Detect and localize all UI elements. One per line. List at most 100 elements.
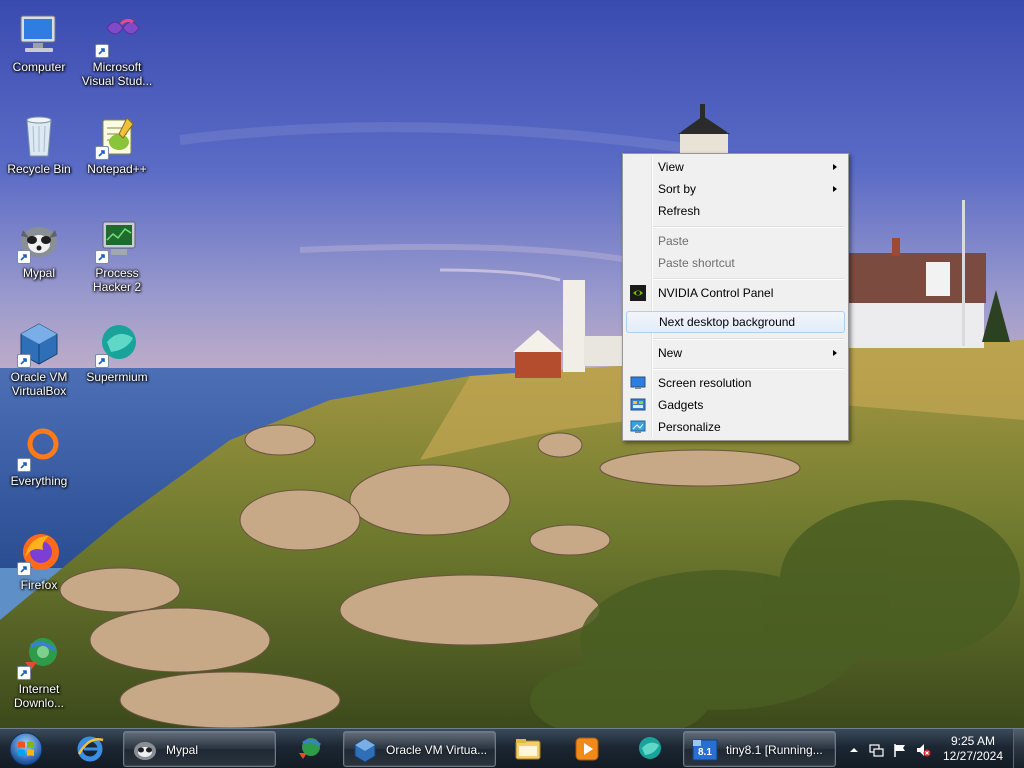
desktop-icon-firefox[interactable]: Firefox [0, 528, 78, 592]
show-hidden-icons-icon[interactable] [846, 742, 862, 758]
screen-resolution-icon [630, 375, 646, 391]
internet-explorer-icon [77, 736, 104, 762]
taskbar-pin-media-player[interactable] [560, 731, 614, 767]
desktop-icon-label: Mypal [22, 266, 55, 280]
media-player-icon [575, 737, 599, 761]
menu-separator [653, 368, 845, 370]
gadgets-icon [630, 397, 646, 413]
shortcut-arrow-icon [17, 250, 31, 264]
shortcut-arrow-icon [95, 44, 109, 58]
svg-text:8.1: 8.1 [698, 747, 712, 758]
menu-item-label: Paste shortcut [658, 256, 735, 270]
menu-item-personalize[interactable]: Personalize [626, 416, 845, 438]
menu-item-view[interactable]: View [626, 156, 845, 178]
taskbar-pin-internet-explorer[interactable] [63, 731, 117, 767]
computer-icon [15, 10, 63, 58]
desktop[interactable]: Computer Recycle Bin Mypal Oracle VM Vir… [0, 0, 1024, 728]
internet-download-manager-icon [299, 738, 321, 759]
shortcut-arrow-icon [17, 666, 31, 680]
action-center-flag-icon[interactable] [892, 742, 908, 758]
menu-item-label: NVIDIA Control Panel [658, 286, 774, 300]
desktop-icon-recycle-bin[interactable]: Recycle Bin [0, 112, 78, 176]
taskbar-pin-explorer[interactable] [501, 731, 555, 767]
desktop-icon-internet-download-manager[interactable]: Internet Downlo... [0, 632, 78, 710]
shortcut-arrow-icon [95, 354, 109, 368]
submenu-arrow-icon [833, 350, 837, 356]
show-desktop-button[interactable] [1013, 729, 1024, 768]
desktop-icon-label: Supermium [86, 370, 148, 384]
personalize-icon [630, 419, 646, 435]
menu-item-paste: Paste [626, 230, 845, 252]
menu-item-label: Refresh [658, 204, 701, 218]
notepad-plus-plus-icon [93, 112, 141, 160]
taskbar-pin-supermium[interactable] [622, 731, 676, 767]
shortcut-arrow-icon [17, 562, 31, 576]
taskbar-button-virtualbox[interactable]: Oracle VM Virtua... [343, 731, 496, 767]
supermium-icon [93, 320, 141, 368]
clock-date: 12/27/2024 [942, 749, 1004, 763]
desktop-icon-label: Firefox [20, 578, 58, 592]
virtualbox-icon [352, 737, 378, 763]
menu-item-label: Paste [658, 234, 689, 248]
menu-item-new[interactable]: New [626, 342, 845, 364]
menu-separator [653, 226, 845, 228]
menu-item-sort-by[interactable]: Sort by [626, 178, 845, 200]
shortcut-arrow-icon [95, 250, 109, 264]
taskbar: Mypal Oracle VM Virtua... 8.1 tiny8.1 [R… [0, 728, 1024, 768]
shortcut-arrow-icon [17, 354, 31, 368]
menu-item-next-desktop-background[interactable]: Next desktop background [626, 311, 845, 333]
submenu-arrow-icon [833, 186, 837, 192]
menu-item-refresh[interactable]: Refresh [626, 200, 845, 222]
menu-item-label: Personalize [658, 420, 721, 434]
menu-item-screen-resolution[interactable]: Screen resolution [626, 372, 845, 394]
start-button[interactable] [5, 730, 47, 768]
menu-separator [653, 278, 845, 280]
menu-item-nvidia-control-panel[interactable]: NVIDIA Control Panel [626, 282, 845, 304]
desktop-icon-supermium[interactable]: Supermium [78, 320, 156, 384]
desktop-icon-label: Process Hacker 2 [92, 266, 142, 294]
desktop-icon-label: Microsoft Visual Stud... [81, 60, 153, 88]
menu-item-gadgets[interactable]: Gadgets [626, 394, 845, 416]
mypal-icon [15, 216, 63, 264]
menu-item-label: Next desktop background [659, 315, 796, 329]
volume-muted-icon[interactable] [915, 742, 931, 758]
desktop-icon-label: Recycle Bin [7, 162, 71, 176]
desktop-icon-label: Internet Downlo... [13, 682, 65, 710]
everything-icon [15, 424, 63, 472]
menu-item-label: New [658, 346, 683, 360]
desktop-icon-mypal[interactable]: Mypal [0, 216, 78, 280]
desktop-icon-label: Everything [10, 474, 68, 488]
submenu-arrow-icon [833, 164, 837, 170]
desktop-icon-process-hacker[interactable]: Process Hacker 2 [78, 216, 156, 294]
desktop-icon-notepad-plus-plus[interactable]: Notepad++ [78, 112, 156, 176]
desktop-context-menu: View Sort by Refresh Paste Paste shortcu… [622, 153, 849, 441]
taskbar-button-label: Oracle VM Virtua... [386, 743, 488, 757]
taskbar-button-mypal[interactable]: Mypal [123, 731, 276, 767]
vm-window-icon: 8.1 [692, 737, 718, 763]
firefox-icon [15, 528, 63, 576]
menu-item-label: Gadgets [658, 398, 704, 412]
taskbar-pin-internet-download-manager[interactable] [282, 731, 336, 767]
desktop-icon-visual-studio[interactable]: Microsoft Visual Stud... [78, 10, 156, 88]
supermium-icon [639, 737, 661, 759]
clock-time: 9:25 AM [950, 734, 996, 748]
taskbar-button-tiny8-vm[interactable]: 8.1 tiny8.1 [Running... [683, 731, 836, 767]
network-icon[interactable] [868, 742, 884, 758]
virtualbox-icon [15, 320, 63, 368]
taskbar-button-label: Mypal [166, 743, 199, 757]
desktop-icon-label: Notepad++ [87, 162, 147, 176]
desktop-icon-label: Oracle VM VirtualBox [10, 370, 68, 398]
desktop-icon-computer[interactable]: Computer [0, 10, 78, 74]
menu-item-label: View [658, 160, 684, 174]
menu-item-label: Sort by [658, 182, 697, 196]
desktop-icon-everything[interactable]: Everything [0, 424, 78, 488]
internet-download-manager-icon [15, 632, 63, 680]
explorer-icon [515, 739, 541, 760]
menu-separator [653, 338, 845, 340]
shortcut-arrow-icon [17, 458, 31, 472]
nvidia-icon [630, 285, 646, 301]
desktop-icon-virtualbox[interactable]: Oracle VM VirtualBox [0, 320, 78, 398]
menu-item-label: Screen resolution [658, 376, 752, 390]
recycle-bin-icon [15, 112, 63, 160]
taskbar-clock[interactable]: 9:25 AM 12/27/2024 [932, 734, 1014, 764]
